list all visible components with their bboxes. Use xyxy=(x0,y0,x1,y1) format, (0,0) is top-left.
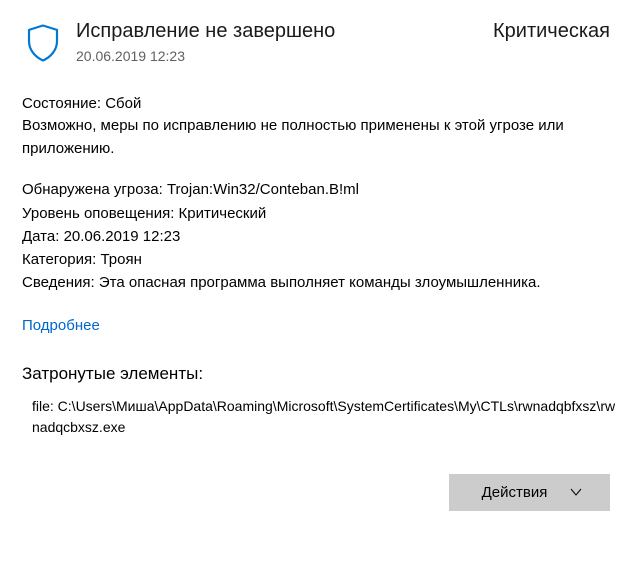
alert-level-row: Уровень оповещения: Критический xyxy=(22,202,616,225)
info-label: Сведения: xyxy=(22,274,95,291)
status-value: Сбой xyxy=(105,95,141,112)
date-label: Дата: xyxy=(22,228,59,245)
info-value: Эта опасная программа выполняет команды … xyxy=(99,274,541,291)
header-text: Исправление не завершено Критическая 20.… xyxy=(76,20,616,64)
status-section: Состояние: Сбой Возможно, меры по исправ… xyxy=(22,92,616,160)
learn-more-link[interactable]: Подробнее xyxy=(22,317,100,334)
category-label: Категория: xyxy=(22,251,96,268)
category-value: Троян xyxy=(100,251,141,268)
chevron-down-icon xyxy=(569,485,583,499)
status-label: Состояние: xyxy=(22,95,101,112)
actions-row: Действия xyxy=(22,474,616,511)
threat-details-panel: Исправление не завершено Критическая 20.… xyxy=(0,0,638,531)
header: Исправление не завершено Критическая 20.… xyxy=(22,20,616,64)
title-row: Исправление не завершено Критическая xyxy=(76,20,616,43)
details-section: Обнаружена угроза: Trojan:Win32/Conteban… xyxy=(22,178,616,294)
info-row: Сведения: Эта опасная программа выполняе… xyxy=(22,271,616,294)
alert-level-label: Уровень оповещения: xyxy=(22,205,174,222)
actions-button[interactable]: Действия xyxy=(449,474,610,511)
threat-name-value: Trojan:Win32/Conteban.B!ml xyxy=(167,181,359,198)
threat-name-row: Обнаружена угроза: Trojan:Win32/Conteban… xyxy=(22,178,616,201)
severity-badge: Критическая xyxy=(493,20,610,43)
shield-icon xyxy=(22,22,64,64)
affected-items-title: Затронутые элементы: xyxy=(22,364,616,384)
category-row: Категория: Троян xyxy=(22,248,616,271)
status-row: Состояние: Сбой xyxy=(22,92,616,115)
status-description: Возможно, меры по исправлению не полност… xyxy=(22,115,616,160)
date-row: Дата: 20.06.2019 12:23 xyxy=(22,225,616,248)
threat-name-label: Обнаружена угроза: xyxy=(22,181,163,198)
date-value: 20.06.2019 12:23 xyxy=(64,228,181,245)
affected-file-path: file: C:\Users\Миша\AppData\Roaming\Micr… xyxy=(22,396,616,438)
alert-level-value: Критический xyxy=(179,205,267,222)
threat-title: Исправление не завершено xyxy=(76,20,335,43)
actions-button-label: Действия xyxy=(482,484,548,501)
timestamp: 20.06.2019 12:23 xyxy=(76,48,616,64)
